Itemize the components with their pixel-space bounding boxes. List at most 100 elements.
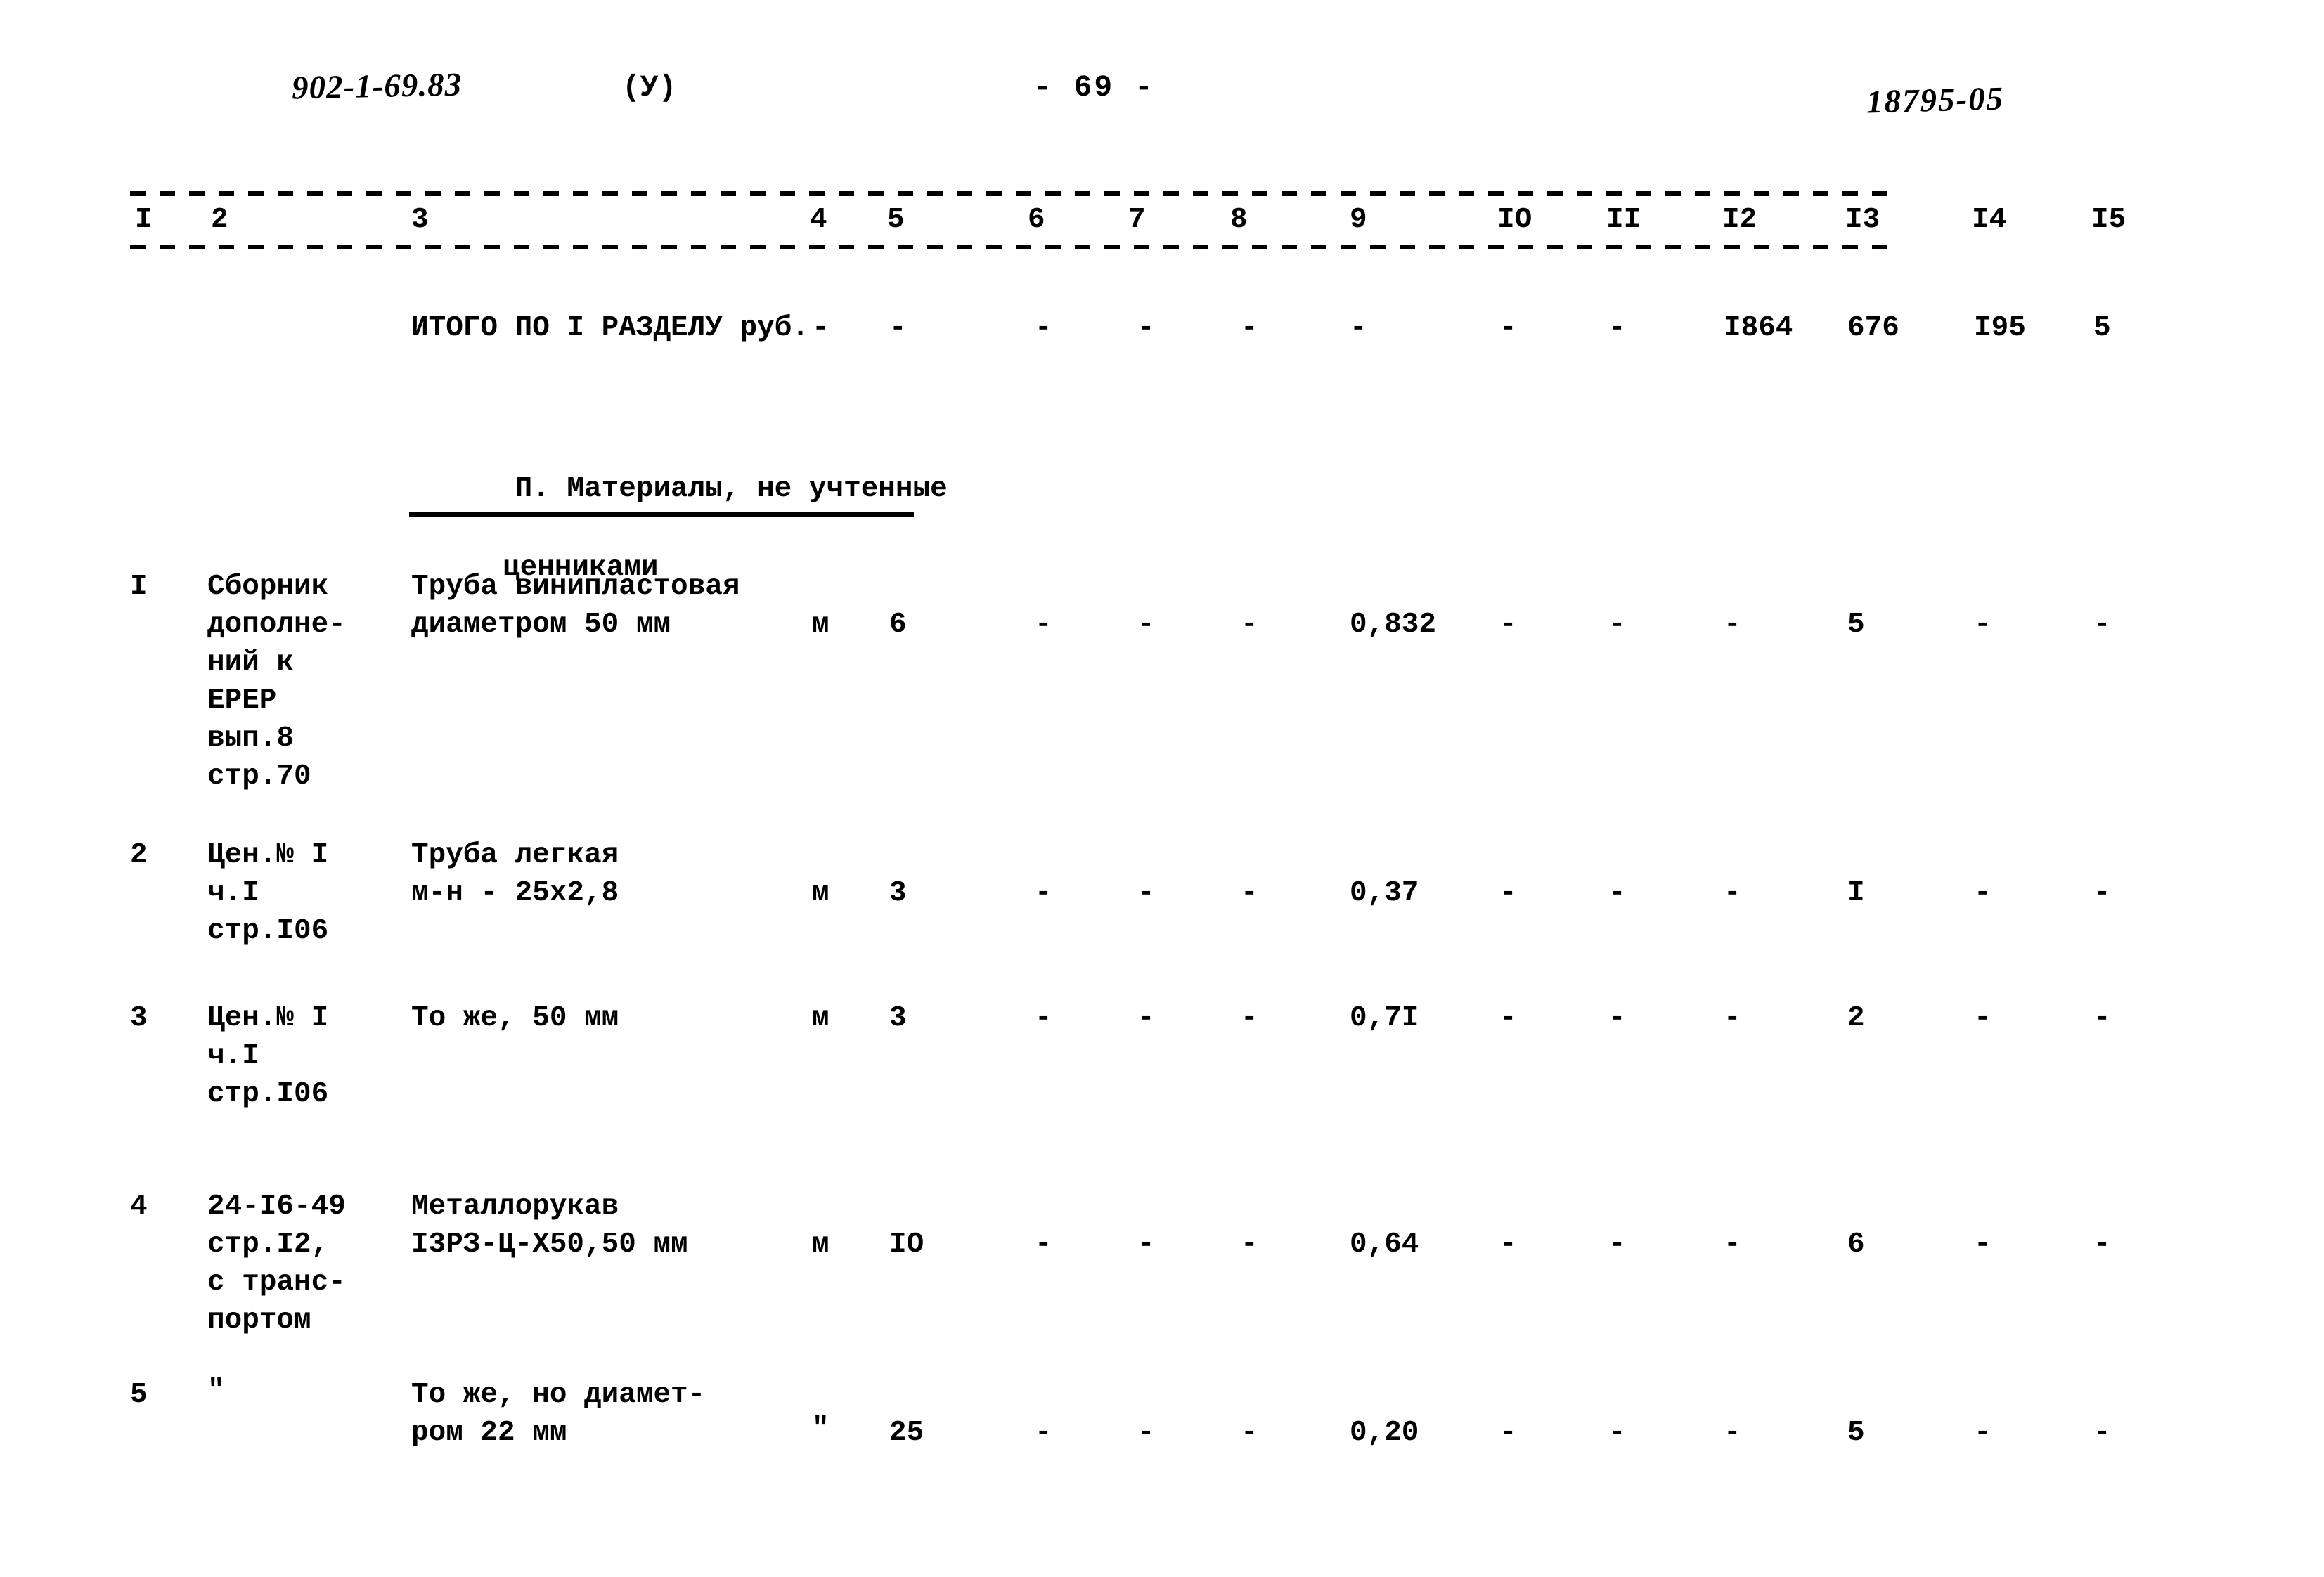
table-row-c10: - (1499, 877, 1517, 909)
table-row-c8: - (1241, 1002, 1258, 1034)
column-number-15: I5 (2091, 204, 2126, 236)
table-row-unit: " (812, 1413, 829, 1445)
table-row-c15: - (2093, 877, 2111, 909)
table-row-unit: м (812, 1228, 829, 1261)
document-page: 902-1-69.83 (У) - 69 - 18795-05 I 2 3 4 … (0, 0, 2324, 1577)
table-row-num: I (130, 571, 148, 603)
table-row-desc: То же, но диамет- ром 22 мм (411, 1379, 706, 1449)
column-number-6: 6 (1028, 204, 1045, 236)
column-number-13: I3 (1845, 204, 1880, 236)
table-row-c12: - (1724, 1417, 1741, 1449)
table-row-c9: 0,37 (1350, 877, 1419, 909)
table-row-c9: 0,832 (1350, 609, 1437, 641)
column-number-7: 7 (1128, 204, 1146, 236)
table-row-c9: 0,20 (1350, 1417, 1419, 1449)
total-row-c4: - (812, 312, 829, 344)
table-row-c7: - (1137, 609, 1155, 641)
column-number-14: I4 (1972, 204, 2007, 236)
total-row-c15: 5 (2093, 312, 2111, 344)
column-number-8: 8 (1230, 204, 1248, 236)
page-number: - 69 - (1033, 70, 1155, 105)
column-number-2: 2 (211, 204, 228, 236)
table-row-c12: - (1724, 877, 1741, 909)
table-row-num: 2 (130, 839, 148, 871)
table-row-c14: - (1974, 609, 1991, 641)
table-row-c6: - (1035, 1417, 1052, 1449)
table-row-c11: - (1608, 1228, 1626, 1261)
table-row-c12: - (1724, 1002, 1741, 1034)
table-row-unit: м (812, 877, 829, 909)
table-row-num: 4 (130, 1190, 148, 1223)
table-row-c15: - (2093, 1417, 2111, 1449)
table-row-qty: IO (889, 1228, 924, 1261)
section-heading-line-1: П. Материалы, не учтенные (515, 473, 948, 505)
column-number-3: 3 (411, 204, 429, 236)
table-row-c13: 5 (1847, 609, 1865, 641)
table-row-c8: - (1241, 609, 1258, 641)
column-header-rule-bottom (130, 245, 1894, 249)
column-number-9: 9 (1350, 204, 1367, 236)
table-row-c10: - (1499, 1002, 1517, 1034)
table-row-num: 5 (130, 1379, 148, 1411)
table-row-c11: - (1608, 609, 1626, 641)
table-row-qty: 3 (889, 1002, 907, 1034)
table-row-desc: Труба легкая м-н - 25х2,8 (411, 839, 619, 909)
table-row-c6: - (1035, 1228, 1052, 1261)
table-row-c15: - (2093, 609, 2111, 641)
page-header: 902-1-69.83 (У) - 69 - 18795-05 (0, 66, 2324, 131)
total-row-c5: - (889, 312, 907, 344)
total-row-c13: 676 (1847, 312, 1899, 344)
table-row-c13: 2 (1847, 1002, 1865, 1034)
column-number-4: 4 (810, 204, 827, 236)
document-code: 902-1-69.83 (291, 66, 463, 107)
table-row-c14: - (1974, 1228, 1991, 1261)
total-row-c7: - (1137, 312, 1155, 344)
table-row-c10: - (1499, 1228, 1517, 1261)
document-variant: (У) (622, 70, 677, 105)
column-number-5: 5 (887, 204, 905, 236)
total-row-c11: - (1608, 312, 1626, 344)
table-row-c15: - (2093, 1228, 2111, 1261)
table-row-code: 24-I6-49 стр.I2, с транс- портом (207, 1190, 346, 1337)
table-row-unit: м (812, 1002, 829, 1034)
table-row-c8: - (1241, 877, 1258, 909)
table-row-qty: 3 (889, 877, 907, 909)
table-row-c6: - (1035, 609, 1052, 641)
total-row-c9: - (1350, 312, 1367, 344)
table-row-c11: - (1608, 1002, 1626, 1034)
table-row-c14: - (1974, 1002, 1991, 1034)
table-row-desc: Труба винипластовая диаметром 50 мм (411, 571, 740, 641)
table-row-c6: - (1035, 877, 1052, 909)
table-row-code: Цен.№ I ч.I стр.I06 (207, 1002, 329, 1110)
table-row-c13: I (1847, 877, 1865, 909)
table-row-qty: 25 (889, 1417, 924, 1449)
table-row-c10: - (1499, 1417, 1517, 1449)
table-row-desc: То же, 50 мм (411, 1002, 619, 1034)
table-row-c7: - (1137, 1002, 1155, 1034)
total-row-c6: - (1035, 312, 1052, 344)
table-row-c7: - (1137, 1228, 1155, 1261)
table-row-desc: Металлорукав I3РЗ-Ц-Х50,50 мм (411, 1190, 688, 1261)
column-header-rule-top (130, 191, 1894, 196)
table-row-c13: 5 (1847, 1417, 1865, 1449)
table-row-code: Сборник дополне- ний к ЕРЕР вып.8 стр.70 (207, 571, 346, 793)
table-row-c9: 0,7I (1350, 1002, 1419, 1034)
table-row-c14: - (1974, 1417, 1991, 1449)
column-number-12: I2 (1722, 204, 1757, 236)
section-heading-underline (409, 512, 914, 517)
table-row-c11: - (1608, 1417, 1626, 1449)
total-row-c10: - (1499, 312, 1517, 344)
total-row-c8: - (1241, 312, 1258, 344)
table-row-code: Цен.№ I ч.I стр.I06 (207, 839, 329, 947)
table-row-c15: - (2093, 1002, 2111, 1034)
table-row-c8: - (1241, 1417, 1258, 1449)
table-row-c12: - (1724, 609, 1741, 641)
table-row-c7: - (1137, 1417, 1155, 1449)
table-row-c14: - (1974, 877, 1991, 909)
archive-code: 18795-05 (1866, 80, 2005, 121)
table-row-c11: - (1608, 877, 1626, 909)
total-row-c14: I95 (1974, 312, 2026, 344)
column-number-10: IO (1497, 204, 1532, 236)
table-row-code: " (207, 1375, 225, 1407)
table-row-c8: - (1241, 1228, 1258, 1261)
